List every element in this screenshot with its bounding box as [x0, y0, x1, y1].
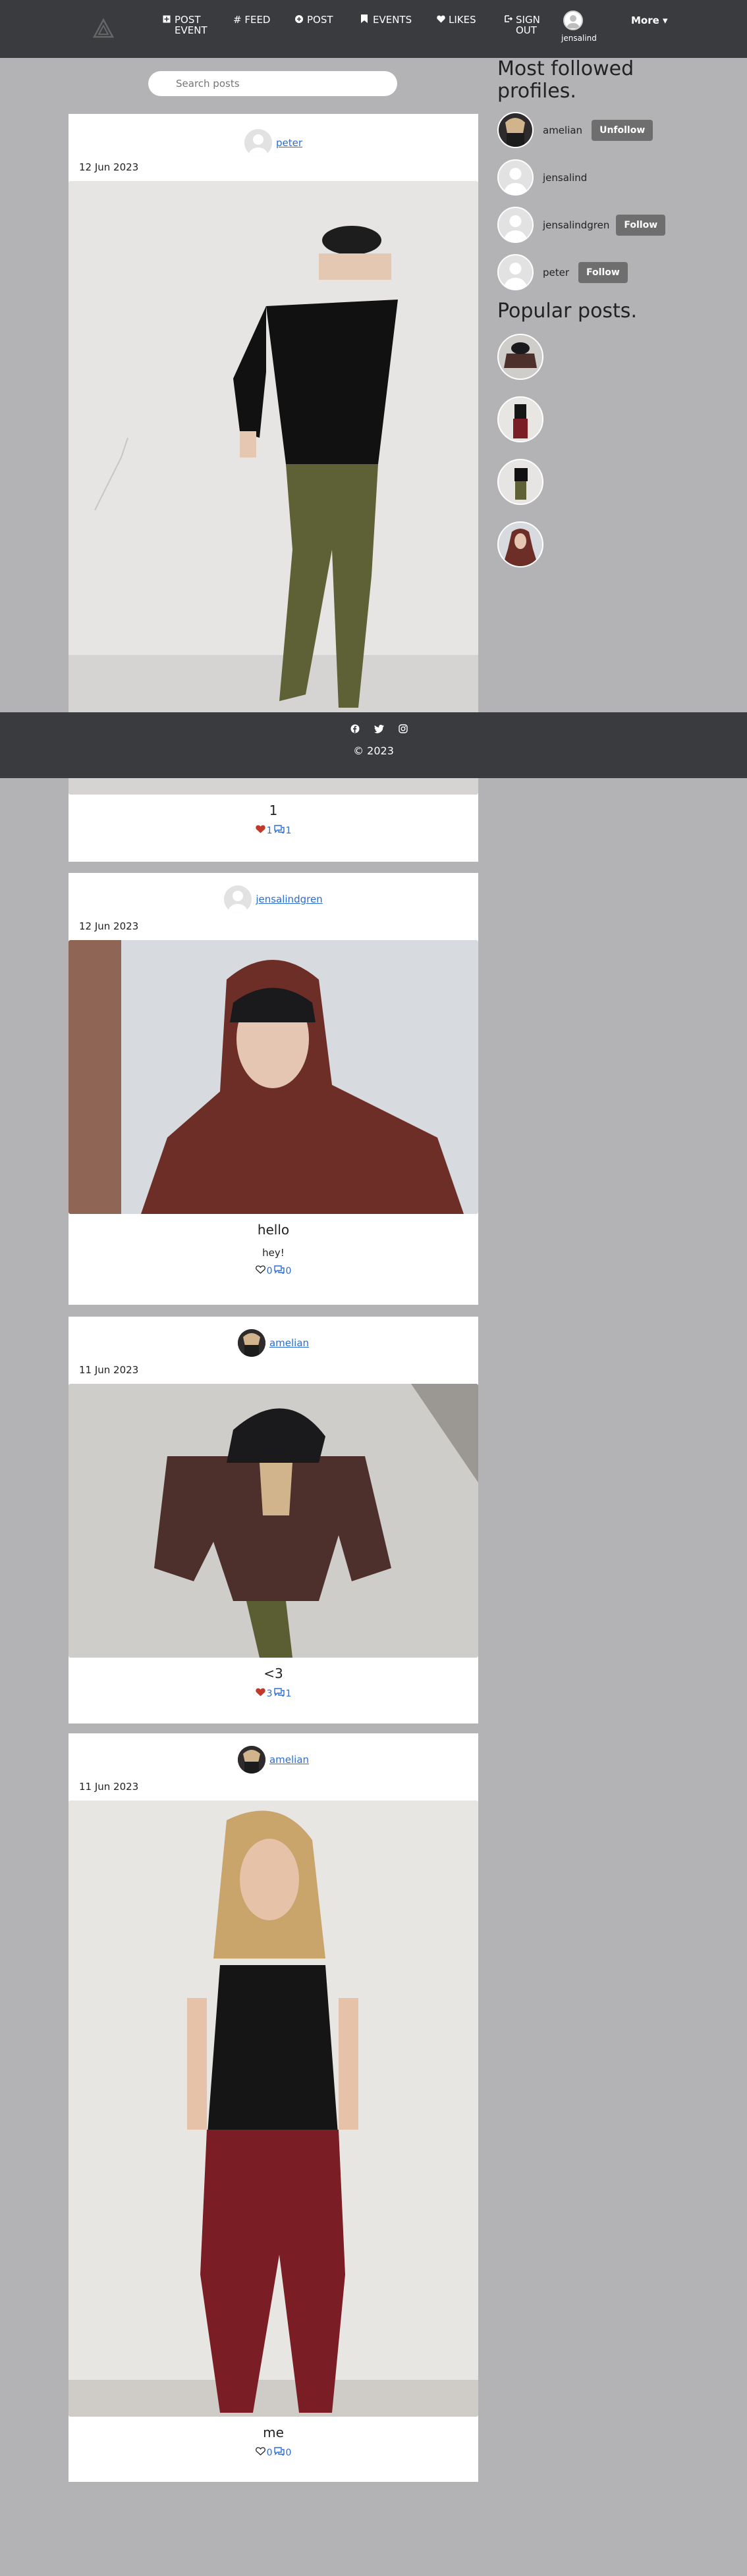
brand-logo[interactable]: [92, 17, 115, 39]
plus-circle-icon: [295, 14, 303, 23]
post-caption: hello: [257, 1222, 290, 1238]
avatar[interactable]: [497, 112, 534, 148]
search-input[interactable]: [148, 71, 397, 96]
post-author: peter: [69, 127, 478, 159]
nav-likes[interactable]: LIKES: [437, 14, 476, 25]
sign-out-icon: [504, 14, 513, 22]
avatar[interactable]: [237, 1746, 265, 1774]
author-link[interactable]: peter: [276, 137, 302, 149]
post-image[interactable]: [69, 940, 478, 1214]
top-navbar: POST EVENT # FEED POST EVENTS LIKES SIGN…: [0, 0, 747, 58]
post-caption: me: [263, 2425, 284, 2440]
avatar[interactable]: [237, 1329, 265, 1357]
avatar[interactable]: [497, 254, 534, 290]
avatar[interactable]: [244, 129, 272, 157]
post-stats: 1 1: [69, 825, 478, 836]
heart-outline-icon[interactable]: [255, 1265, 265, 1276]
author-link[interactable]: jensalindgren: [256, 893, 322, 905]
nav-events[interactable]: EVENTS: [361, 14, 412, 25]
popular-post-thumb[interactable]: [497, 521, 543, 567]
post-stats: 0 0: [69, 2447, 478, 2458]
comments-icon[interactable]: [273, 2447, 285, 2458]
comment-count: 1: [285, 1688, 292, 1699]
post-card: jensalindgren 12 Jun 2023 hello hey! 0 0: [69, 873, 478, 1305]
post-author: amelian: [69, 1327, 478, 1359]
post-card: amelian 11 Jun 2023 <3 3 1: [69, 1317, 478, 1723]
post-image[interactable]: [69, 181, 478, 795]
nav-username[interactable]: jensalind: [561, 34, 597, 43]
site-footer: © 2023: [0, 712, 747, 778]
post-date: 11 Jun 2023: [79, 1781, 139, 1793]
facebook-icon[interactable]: [350, 723, 360, 736]
profile-row: peter Follow: [497, 254, 628, 290]
most-followed-title: Most followed profiles.: [497, 57, 634, 103]
post-caption: <3: [263, 1666, 283, 1681]
author-link[interactable]: amelian: [269, 1337, 309, 1349]
popular-post-thumb[interactable]: [497, 459, 543, 505]
popular-post-thumb[interactable]: [497, 396, 543, 442]
heart-icon: [437, 14, 445, 23]
bookmark-icon: [361, 14, 369, 23]
post-card: amelian 11 Jun 2023 me 0 0: [69, 1733, 478, 2482]
like-count: 0: [266, 1265, 273, 1276]
popular-posts-title: Popular posts.: [497, 300, 637, 323]
heart-outline-icon[interactable]: [255, 2447, 265, 2458]
avatar[interactable]: [497, 159, 534, 196]
post-caption: 1: [269, 802, 278, 818]
post-date: 11 Jun 2023: [79, 1364, 139, 1376]
nav-post[interactable]: POST: [295, 14, 333, 25]
like-count: 1: [266, 825, 273, 836]
twitter-icon[interactable]: [374, 723, 384, 736]
more-dropdown[interactable]: More ▾: [631, 14, 668, 26]
profile-row: jensalind: [497, 159, 587, 196]
comment-count: 0: [285, 2447, 292, 2458]
profile-name[interactable]: peter: [543, 267, 569, 278]
heart-icon[interactable]: [255, 825, 265, 836]
social-links: [350, 723, 408, 736]
like-count: 0: [266, 2447, 273, 2458]
heart-icon[interactable]: [255, 1688, 265, 1699]
nav-post-event[interactable]: POST EVENT: [163, 14, 214, 36]
instagram-icon[interactable]: [399, 723, 408, 736]
post-stats: 0 0: [69, 1265, 478, 1276]
user-avatar[interactable]: [563, 11, 583, 30]
popular-post-thumb[interactable]: [497, 334, 543, 380]
nav-sign-out[interactable]: SIGN OUT: [504, 14, 549, 36]
comments-icon[interactable]: [273, 1265, 285, 1276]
comments-icon[interactable]: [273, 825, 285, 836]
author-link[interactable]: amelian: [269, 1754, 309, 1766]
unfollow-button[interactable]: Unfollow: [592, 119, 653, 141]
nav-feed[interactable]: # FEED: [233, 14, 270, 25]
follow-button[interactable]: Follow: [578, 261, 628, 283]
comment-count: 0: [285, 1265, 292, 1276]
post-author: amelian: [69, 1744, 478, 1775]
post-author: jensalindgren: [69, 883, 478, 915]
avatar[interactable]: [497, 207, 534, 243]
profile-name[interactable]: jensalindgren: [543, 219, 609, 231]
post-stats: 3 1: [69, 1688, 478, 1699]
copyright: © 2023: [353, 745, 394, 757]
post-image[interactable]: [69, 1801, 478, 2417]
post-date: 12 Jun 2023: [79, 920, 139, 932]
profile-name[interactable]: jensalind: [543, 172, 587, 184]
like-count: 3: [266, 1688, 273, 1699]
comment-count: 1: [285, 825, 292, 836]
avatar[interactable]: [224, 885, 252, 913]
profile-row: jensalindgren Follow: [497, 207, 666, 243]
profile-row: amelian Unfollow: [497, 112, 653, 148]
post-date: 12 Jun 2023: [79, 161, 139, 173]
profile-name[interactable]: amelian: [543, 124, 582, 136]
follow-button[interactable]: Follow: [616, 214, 666, 236]
post-text: hey!: [262, 1247, 285, 1259]
comments-icon[interactable]: [273, 1688, 285, 1699]
square-plus-icon: [163, 14, 171, 23]
post-image[interactable]: [69, 1384, 478, 1658]
